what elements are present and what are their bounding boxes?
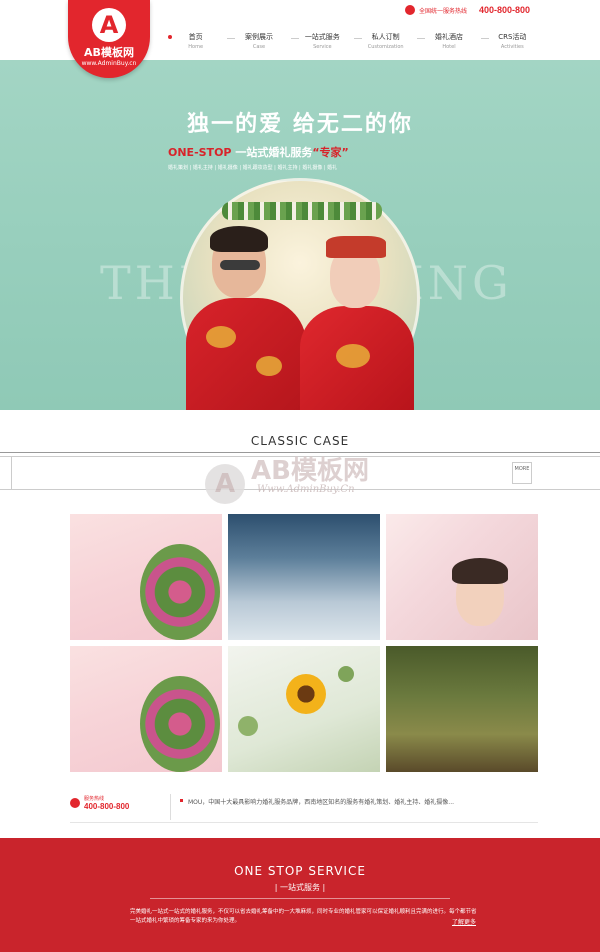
phone-icon: [404, 5, 415, 15]
groom-image: [186, 298, 306, 410]
nav-item-sublabel: Service: [313, 44, 332, 50]
couple-photo: [186, 226, 414, 410]
leaf-image: [238, 716, 258, 736]
more-button[interactable]: MORE: [512, 462, 532, 484]
banner-service-tags: 婚礼策划 | 婚礼主持 | 婚礼摄像 | 婚礼跟妆造型 | 婚礼主持 | 婚礼摄…: [168, 165, 338, 171]
banner-sub-main: 一站式婚礼服务: [235, 146, 313, 159]
bullet-icon: [180, 799, 183, 802]
nav-item-activities[interactable]: CRS活动 Activities: [480, 32, 544, 50]
flower-bouquet-image: [140, 544, 220, 640]
case-photo-grid: [70, 514, 538, 772]
nav-item-sublabel: Customization: [367, 44, 404, 50]
embroidery-decoration: [256, 356, 282, 376]
nav-item-sublabel: Activities: [500, 44, 524, 50]
nav-item-label: 私人订制: [371, 33, 400, 41]
case-photo-blue[interactable]: [228, 514, 380, 640]
case-photo-bouquet-2[interactable]: [70, 646, 222, 772]
logo-name: AB模板网: [84, 46, 134, 59]
service-divider: [150, 898, 450, 899]
info-hotline-number: 400-800-800: [84, 802, 130, 811]
leaf-image: [338, 666, 354, 682]
nav-separator-icon: [227, 38, 236, 39]
nav-item-sublabel: Home: [188, 44, 204, 50]
nav-item-label: 婚礼酒店: [434, 33, 463, 41]
case-photo-sunflower[interactable]: [228, 646, 380, 772]
info-hotline-label: 服务热线: [84, 796, 105, 802]
logo-mark-icon: A: [92, 8, 126, 42]
banner-title: 独一的爱 给无二的你: [187, 112, 413, 137]
sunflower-image: [286, 674, 326, 714]
hero-banner[interactable]: THE WEDDING 独一的爱 给无二的你 ONE-STOP 一站式婚礼服务“…: [0, 60, 600, 410]
sunglasses-icon: [220, 260, 260, 270]
watermark-mark-icon: A: [205, 464, 245, 504]
info-bar: 服务热线 400-800-800 MOU，中国十大最具影响力婚礼服务品牌，西南地…: [70, 794, 538, 824]
nav-item-hotel[interactable]: 婚礼酒店 Hotel: [417, 32, 480, 50]
nav-separator-icon: [353, 38, 362, 39]
learn-more-link[interactable]: 了解更多: [452, 917, 476, 926]
header-hotline: 全国统一服务热线 400-800-800: [404, 4, 530, 16]
nav-separator-icon: [290, 38, 299, 39]
logo-url: www.AdminBuy.cn: [81, 60, 137, 67]
nav-item-sublabel: Hotel: [442, 44, 456, 50]
banner-subtitle: ONE-STOP 一站式婚礼服务“专家”: [168, 144, 349, 160]
info-bottom-divider: [70, 822, 538, 823]
info-divider: [170, 794, 171, 820]
bridal-crown-image: [326, 236, 386, 258]
hotline-label: 全国统一服务热线: [418, 7, 467, 15]
phone-icon: [70, 798, 80, 808]
service-subtitle: | 一站式服务 |: [274, 883, 326, 892]
info-news-text[interactable]: MOU，中国十大最具影响力婚礼服务品牌，西南地区知名的服务有婚礼策划、婚礼主持、…: [188, 797, 454, 806]
nav-item-sublabel: Case: [252, 44, 266, 50]
hotline-number: 400-800-800: [478, 5, 530, 15]
nav-item-label: 一站式服务: [304, 33, 340, 41]
banner-sub-prefix: ONE-STOP: [168, 146, 232, 159]
flower-garland-image: [222, 202, 382, 220]
active-dot-icon: [168, 35, 172, 39]
nav-item-customization[interactable]: 私人订制 Customization: [353, 32, 417, 50]
banner-sub-highlight: “专家”: [312, 146, 349, 159]
bride-hair-image: [452, 558, 508, 584]
main-nav: 首页 Home 案例展示 Case 一站式服务 Service 私人订制 Cus…: [164, 32, 544, 50]
flower-bouquet-image: [140, 676, 220, 772]
watermark-url: Www.AdminBuy.Cn: [257, 484, 355, 495]
case-header-left-edge: [0, 456, 12, 490]
watermark-name: AB模板网: [251, 456, 369, 486]
nav-item-label: 案例展示: [244, 33, 273, 41]
service-description: 完美婚礼一站式一站式的婚礼服务，不仅可以省去婚礼筹备中的一大堆麻烦，同时专业的婚…: [130, 909, 477, 924]
embroidery-decoration: [206, 326, 236, 348]
watermark-logo: A AB模板网 Www.AdminBuy.Cn: [205, 444, 405, 504]
site-logo[interactable]: A AB模板网 www.AdminBuy.cn: [68, 0, 150, 78]
nav-item-service[interactable]: 一站式服务 Service: [290, 32, 354, 50]
nav-item-label: 首页: [188, 33, 203, 41]
service-title: ONE STOP SERVICE: [234, 864, 366, 878]
embroidery-decoration: [336, 344, 370, 368]
nav-item-home[interactable]: 首页 Home: [164, 32, 227, 50]
groom-hair-image: [210, 226, 268, 252]
nav-separator-icon: [417, 38, 426, 39]
nav-item-label: CRS活动: [498, 33, 527, 41]
case-photo-trees[interactable]: [386, 646, 538, 772]
nav-separator-icon: [480, 38, 489, 39]
case-photo-bride[interactable]: [386, 514, 538, 640]
nav-item-case[interactable]: 案例展示 Case: [227, 32, 290, 50]
case-photo-bouquet[interactable]: [70, 514, 222, 640]
service-section: ONE STOP SERVICE | 一站式服务 | 完美婚礼一站式一站式的婚礼…: [0, 838, 600, 952]
site-header: A AB模板网 www.AdminBuy.cn 全国统一服务热线 400-800…: [0, 0, 600, 78]
